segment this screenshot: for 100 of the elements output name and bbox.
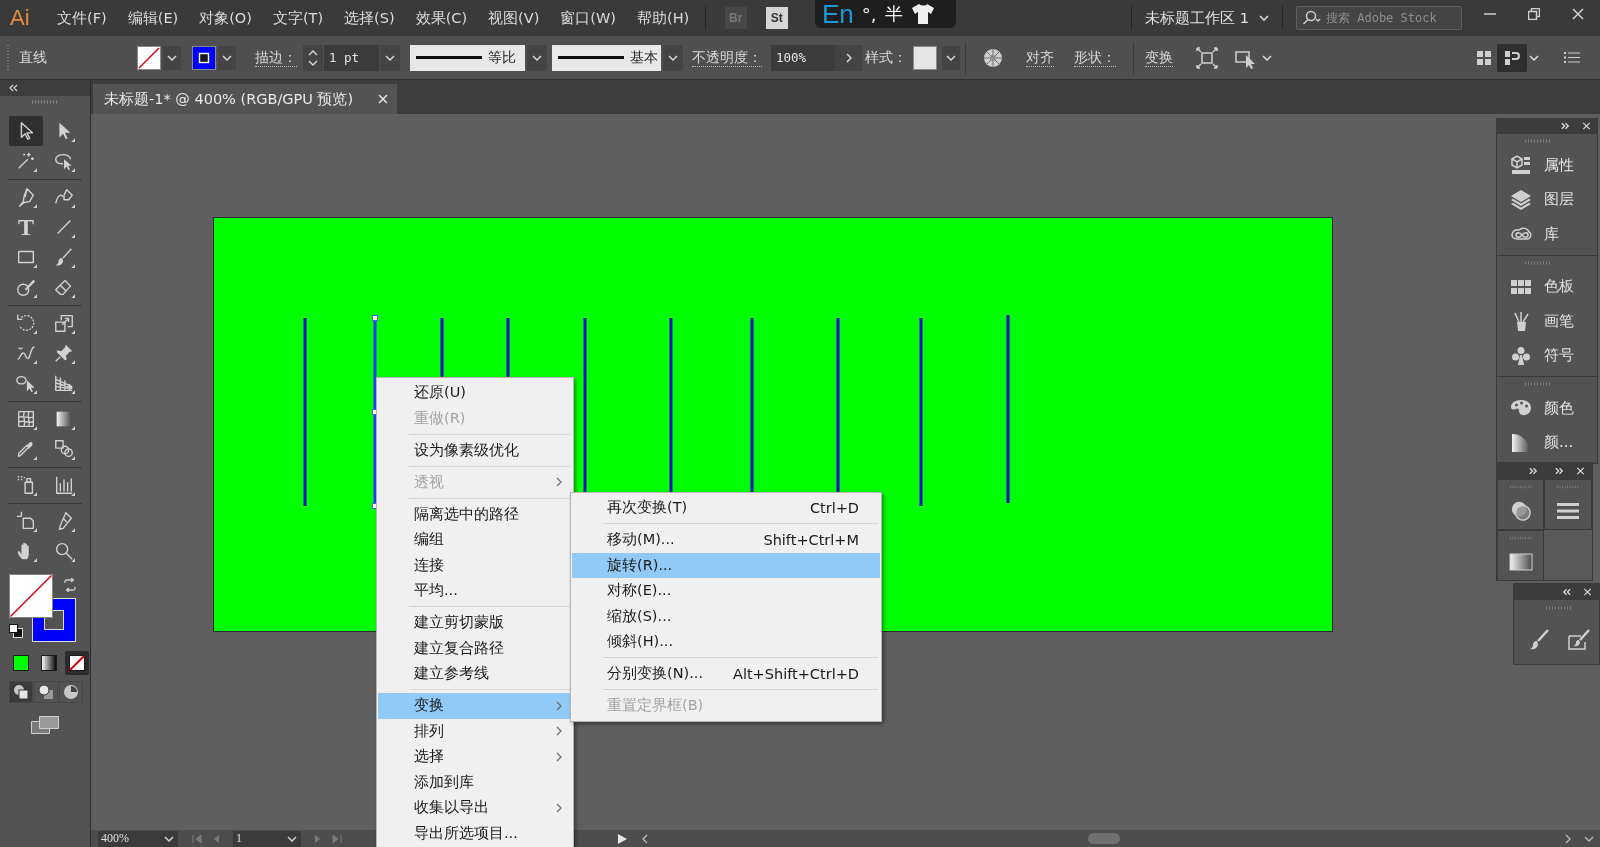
collapse-icon[interactable] bbox=[1562, 588, 1571, 596]
menu-item[interactable]: 移动(M)... Shift+Ctrl+M bbox=[572, 527, 880, 553]
menu-item[interactable]: 设为像素级优化 bbox=[378, 437, 572, 463]
brush-dropdown[interactable]: 基本 bbox=[552, 44, 661, 71]
panel-layout-button[interactable] bbox=[1497, 43, 1527, 72]
transform-panel-link[interactable]: 变换 bbox=[1145, 48, 1173, 67]
slider-popup-button[interactable] bbox=[835, 44, 862, 71]
panel-button[interactable]: 颜... bbox=[1497, 425, 1597, 460]
chevron-down-icon[interactable] bbox=[1262, 54, 1272, 61]
dropdown-button[interactable] bbox=[283, 830, 301, 847]
menu-item[interactable]: 选择 bbox=[378, 744, 572, 770]
menu-item[interactable]: 建立剪切蒙版 bbox=[378, 610, 572, 636]
dropdown-button[interactable] bbox=[527, 44, 547, 71]
graphic-style-swatch-icon[interactable] bbox=[913, 45, 937, 70]
menu-item[interactable]: 还原(U) bbox=[378, 380, 572, 406]
menu-item[interactable]: 编组 bbox=[378, 527, 572, 553]
close-icon[interactable] bbox=[1583, 588, 1592, 596]
menu-item[interactable]: 对象(O) bbox=[188, 0, 263, 36]
menu-item[interactable]: 效果(C) bbox=[405, 0, 478, 36]
opacity-panel-link[interactable]: 不透明度： bbox=[692, 48, 762, 67]
panel-button[interactable]: 图层 bbox=[1497, 182, 1597, 217]
expand-icon[interactable] bbox=[1555, 467, 1564, 475]
menu-item[interactable]: 建立复合路径 bbox=[378, 635, 572, 661]
align-panel-link[interactable]: 对齐 bbox=[1026, 48, 1054, 67]
grip-icon[interactable] bbox=[32, 100, 58, 104]
panel-button[interactable]: 库 bbox=[1497, 217, 1597, 252]
menu-item[interactable]: 文字(T) bbox=[262, 0, 334, 36]
input-language-toggle[interactable]: En bbox=[822, 0, 854, 28]
draw-mode-button[interactable] bbox=[59, 681, 83, 703]
scroll-thumb[interactable] bbox=[1088, 833, 1120, 844]
shape-panel-link[interactable]: 形状： bbox=[1074, 48, 1116, 67]
color-wheel-icon[interactable] bbox=[983, 47, 1003, 68]
artboard-number-field[interactable]: 1 bbox=[233, 830, 283, 847]
stroke-weight-field[interactable]: 1 pt bbox=[324, 44, 379, 71]
dropdown-button[interactable] bbox=[942, 45, 960, 70]
menu-item[interactable]: 对称(E)... bbox=[572, 578, 880, 604]
menu-item[interactable]: 排列 bbox=[378, 718, 572, 744]
panel-button[interactable] bbox=[1544, 479, 1592, 530]
menu-item[interactable]: 变换 bbox=[378, 693, 572, 719]
menu-item[interactable]: 窗口(W) bbox=[549, 0, 627, 36]
expand-icon[interactable] bbox=[1529, 467, 1538, 475]
color-mode-button[interactable] bbox=[65, 651, 89, 675]
grip-icon[interactable] bbox=[6, 44, 10, 71]
menu-item[interactable]: 编辑(E) bbox=[117, 0, 189, 36]
play-icon[interactable] bbox=[618, 833, 627, 844]
grip-icon[interactable] bbox=[1525, 382, 1551, 386]
menu-item[interactable]: 缩放(S)... bbox=[572, 603, 880, 629]
search-field[interactable]: 搜索 Adobe Stock bbox=[1296, 6, 1462, 30]
scroll-left-icon[interactable] bbox=[642, 833, 648, 844]
dropdown-button[interactable] bbox=[163, 45, 181, 70]
panel-button[interactable] bbox=[1497, 479, 1544, 530]
menu-item[interactable]: 分别变换(N)... Alt+Shift+Ctrl+D bbox=[572, 661, 880, 687]
panel-button[interactable] bbox=[1497, 530, 1544, 581]
scroll-down-icon[interactable] bbox=[1584, 835, 1594, 842]
menu-item[interactable]: 平均... bbox=[378, 578, 572, 604]
dropdown-button[interactable] bbox=[663, 44, 683, 71]
menu-item[interactable]: 视图(V) bbox=[477, 0, 550, 36]
grip-icon[interactable] bbox=[1525, 139, 1551, 143]
panel-button[interactable]: 符号 bbox=[1497, 338, 1597, 373]
panel-button[interactable]: 属性 bbox=[1497, 148, 1597, 183]
grip-icon[interactable] bbox=[1546, 606, 1572, 610]
close-icon[interactable] bbox=[1582, 122, 1591, 130]
menu-item[interactable]: 导出所选项目... bbox=[378, 820, 572, 846]
tshirt-icon[interactable] bbox=[910, 4, 935, 24]
menu-item[interactable]: 连接 bbox=[378, 552, 572, 578]
punctuation-toggle[interactable]: °, bbox=[861, 3, 877, 25]
stroke-panel-link[interactable]: 描边： bbox=[255, 48, 297, 67]
stroke-profile-dropdown[interactable]: 等比 bbox=[410, 44, 525, 71]
chevron-down-icon[interactable] bbox=[1529, 54, 1539, 61]
menu-item[interactable]: 收集以导出 bbox=[378, 795, 572, 821]
menu-icon[interactable] bbox=[1564, 51, 1580, 64]
width-mode-toggle[interactable]: 半 bbox=[884, 2, 903, 26]
panel-button[interactable]: 颜色 bbox=[1497, 391, 1597, 426]
menu-item[interactable]: 帮助(H) bbox=[626, 0, 700, 36]
menu-item[interactable]: 倾斜(H)... bbox=[572, 629, 880, 655]
swap-arrows-icon[interactable] bbox=[63, 578, 77, 592]
stepper-button[interactable] bbox=[303, 44, 323, 71]
panel-button[interactable]: 色板 bbox=[1497, 269, 1597, 304]
default-colors-icon[interactable] bbox=[9, 624, 23, 638]
opacity-field[interactable]: 100% bbox=[771, 44, 835, 71]
menu-item[interactable]: 选择(S) bbox=[333, 0, 406, 36]
tool-button[interactable] bbox=[9, 116, 43, 146]
close-icon[interactable] bbox=[378, 94, 388, 104]
brush-frame-icon[interactable] bbox=[1567, 628, 1591, 652]
close-icon[interactable] bbox=[1576, 467, 1585, 475]
draw-mode-button[interactable] bbox=[34, 681, 58, 703]
stroke-swatch-icon[interactable] bbox=[192, 45, 216, 70]
app-launch-button[interactable]: St bbox=[765, 7, 788, 29]
workspace-switcher[interactable]: 未标题工作区 1 bbox=[1145, 3, 1269, 33]
panel-button[interactable]: 画笔 bbox=[1497, 304, 1597, 339]
menu-item[interactable]: 文件(F) bbox=[46, 0, 118, 36]
grip-icon[interactable] bbox=[1525, 260, 1551, 265]
tool-button[interactable]: T bbox=[9, 212, 43, 242]
scroll-right-icon[interactable] bbox=[1565, 833, 1571, 844]
no-fill-swatch-icon[interactable] bbox=[137, 45, 161, 70]
menu-item[interactable]: 添加到库 bbox=[378, 769, 572, 795]
no-fill-swatch-icon[interactable] bbox=[9, 574, 53, 618]
transform-frame-icon[interactable] bbox=[1195, 45, 1219, 70]
menu-item[interactable]: 再次变换(T) Ctrl+D bbox=[572, 495, 880, 521]
expand-icon[interactable] bbox=[1561, 122, 1570, 130]
